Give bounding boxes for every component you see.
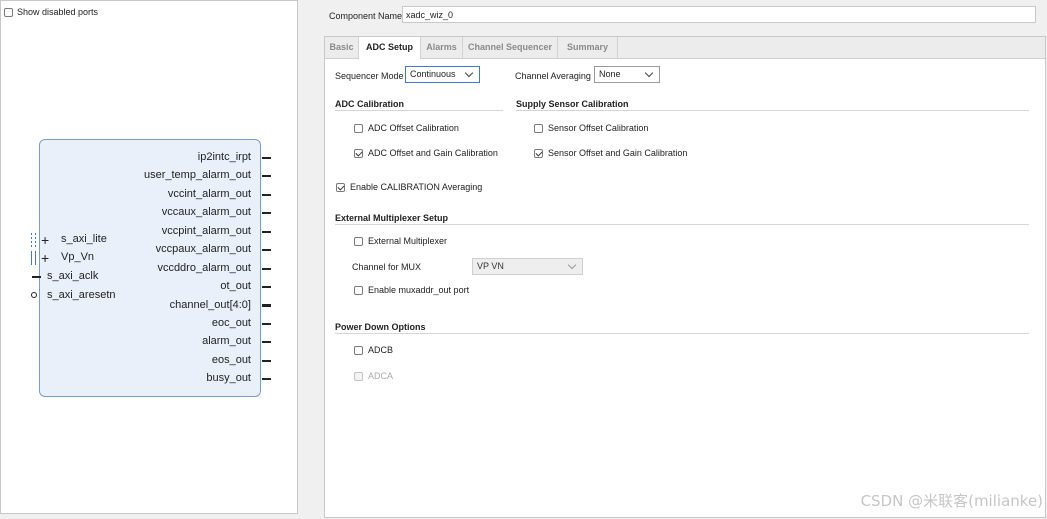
axi-bus-icon[interactable]: [31, 233, 37, 247]
pin-vccddro-alarm-out[interactable]: [262, 268, 271, 270]
sensor-offset-calibration-label: Sensor Offset Calibration: [548, 123, 649, 133]
pin-user-temp-alarm-out[interactable]: [262, 175, 271, 177]
pin-eos-out[interactable]: [262, 360, 271, 362]
power-down-title: Power Down Options: [335, 322, 426, 332]
adca-label: ADCA: [368, 371, 394, 381]
pin-vccpint-alarm-out[interactable]: [262, 231, 271, 233]
section-divider: [516, 110, 1029, 111]
external-multiplexer-label: External Multiplexer: [368, 236, 448, 246]
pin-ip2intc-irpt[interactable]: [262, 157, 271, 159]
pin-vccint-alarm-out[interactable]: [262, 194, 271, 196]
adc-calibration-title: ADC Calibration: [335, 99, 405, 109]
channel-for-mux-value: VP VN: [477, 261, 504, 271]
checkbox-checked-icon[interactable]: [354, 148, 363, 158]
port-user-temp-alarm-out: user_temp_alarm_out: [143, 169, 251, 181]
sensor-offset-gain-calibration-label: Sensor Offset and Gain Calibration: [548, 148, 688, 158]
checkbox-checked-icon[interactable]: [534, 148, 543, 158]
section-divider: [335, 110, 503, 111]
port-busy-out: busy_out: [206, 372, 251, 384]
port-s-axi-aclk: s_axi_aclk: [47, 270, 99, 282]
tab-container: Basic ADC Setup Alarms Channel Sequencer…: [324, 36, 1046, 518]
pin-channel-out[interactable]: [262, 304, 271, 307]
checkbox-box[interactable]: [354, 371, 363, 381]
port-vccint-alarm-out: vccint_alarm_out: [167, 188, 251, 200]
adc-offset-gain-calibration-checkbox[interactable]: ADC Offset and Gain Calibration: [354, 148, 498, 158]
sequencer-mode-value: Continuous: [410, 69, 456, 79]
port-vccaux-alarm-out: vccaux_alarm_out: [161, 206, 251, 218]
port-alarm-out: alarm_out: [202, 335, 251, 347]
tab-summary[interactable]: Summary: [558, 37, 618, 58]
checkbox-box[interactable]: [354, 345, 363, 355]
sequencer-mode-label: Sequencer Mode: [335, 71, 404, 81]
show-disabled-ports-label: Show disabled ports: [17, 7, 99, 17]
supply-sensor-calibration-title: Supply Sensor Calibration: [516, 99, 629, 109]
port-vp-vn: Vp_Vn: [61, 251, 95, 263]
component-name-field[interactable]: xadc_wiz_0: [402, 6, 1036, 23]
checkbox-box[interactable]: [534, 123, 543, 133]
tab-adc-setup[interactable]: ADC Setup: [358, 37, 421, 59]
pin-busy-out[interactable]: [262, 378, 271, 380]
port-channel-out: channel_out[4:0]: [169, 299, 251, 311]
sequencer-mode-select[interactable]: Continuous: [405, 66, 480, 83]
port-vccpaux-alarm-out: vccpaux_alarm_out: [155, 243, 251, 255]
expand-plus-icon[interactable]: +: [41, 233, 49, 247]
channel-for-mux-select[interactable]: VP VN: [472, 258, 583, 275]
channel-averaging-select[interactable]: None: [594, 66, 660, 83]
section-divider: [335, 333, 1029, 334]
adcb-label: ADCB: [368, 345, 394, 355]
pin-vccaux-alarm-out[interactable]: [262, 212, 271, 214]
adc-offset-calibration-checkbox[interactable]: ADC Offset Calibration: [354, 123, 459, 133]
checkbox-box[interactable]: [354, 123, 363, 133]
watermark: CSDN @米联客(milianke): [860, 492, 1043, 510]
tab-alarms[interactable]: Alarms: [421, 37, 463, 58]
enable-muxaddr-label: Enable muxaddr_out port: [368, 285, 470, 295]
chevron-down-icon: [567, 260, 577, 270]
checkbox-box[interactable]: [354, 285, 363, 295]
port-vccpint-alarm-out: vccpint_alarm_out: [161, 225, 251, 237]
port-s-axi-lite: s_axi_lite: [61, 233, 107, 245]
sensor-offset-gain-calibration-checkbox[interactable]: Sensor Offset and Gain Calibration: [534, 148, 687, 158]
pin-s-axi-aclk[interactable]: [32, 276, 41, 278]
adc-offset-gain-calibration-label: ADC Offset and Gain Calibration: [368, 148, 498, 158]
pin-vccpaux-alarm-out[interactable]: [262, 249, 271, 251]
component-name-label: Component Name: [329, 11, 403, 21]
checkbox-box[interactable]: [354, 236, 363, 246]
chevron-down-icon: [464, 68, 474, 78]
tab-bar: Basic ADC Setup Alarms Channel Sequencer…: [325, 37, 1045, 59]
adca-checkbox[interactable]: ADCA: [354, 371, 393, 381]
inverted-pin-icon[interactable]: [31, 292, 37, 298]
port-eos-out: eos_out: [211, 354, 251, 366]
channel-for-mux-label: Channel for MUX: [352, 262, 422, 272]
external-multiplexer-checkbox[interactable]: External Multiplexer: [354, 236, 447, 246]
chevron-down-icon: [644, 68, 654, 78]
port-ot-out: ot_out: [220, 280, 251, 292]
show-disabled-ports-checkbox[interactable]: Show disabled ports: [4, 7, 98, 17]
adc-offset-calibration-label: ADC Offset Calibration: [368, 123, 459, 133]
adcb-checkbox[interactable]: ADCB: [354, 345, 393, 355]
analog-bus-icon[interactable]: [31, 251, 37, 265]
section-divider: [335, 224, 1029, 225]
pin-alarm-out[interactable]: [262, 341, 271, 343]
tab-basic[interactable]: Basic: [325, 37, 359, 58]
channel-averaging-value: None: [599, 69, 621, 79]
pin-ot-out[interactable]: [262, 286, 271, 288]
config-panel: Component Name xadc_wiz_0 Basic ADC Setu…: [323, 0, 1047, 519]
enable-muxaddr-checkbox[interactable]: Enable muxaddr_out port: [354, 285, 469, 295]
expand-plus-icon[interactable]: +: [41, 251, 49, 265]
enable-calibration-averaging-label: Enable CALIBRATION Averaging: [350, 182, 483, 192]
pin-eoc-out[interactable]: [262, 323, 271, 325]
enable-calibration-averaging-checkbox[interactable]: Enable CALIBRATION Averaging: [336, 182, 482, 192]
port-vccddro-alarm-out: vccddro_alarm_out: [157, 262, 251, 274]
port-s-axi-aresetn: s_axi_aresetn: [47, 289, 116, 301]
checkbox-box[interactable]: [4, 7, 13, 17]
sensor-offset-calibration-checkbox[interactable]: Sensor Offset Calibration: [534, 123, 648, 133]
symbol-panel: Show disabled ports ip2intc_irpt user_te…: [0, 0, 298, 514]
port-eoc-out: eoc_out: [211, 317, 251, 329]
checkbox-checked-icon[interactable]: [336, 182, 345, 192]
external-mux-title: External Multiplexer Setup: [335, 213, 449, 223]
channel-averaging-label: Channel Averaging: [515, 71, 591, 81]
port-ip2intc-irpt: ip2intc_irpt: [197, 151, 251, 163]
tab-channel-sequencer[interactable]: Channel Sequencer: [463, 37, 558, 58]
